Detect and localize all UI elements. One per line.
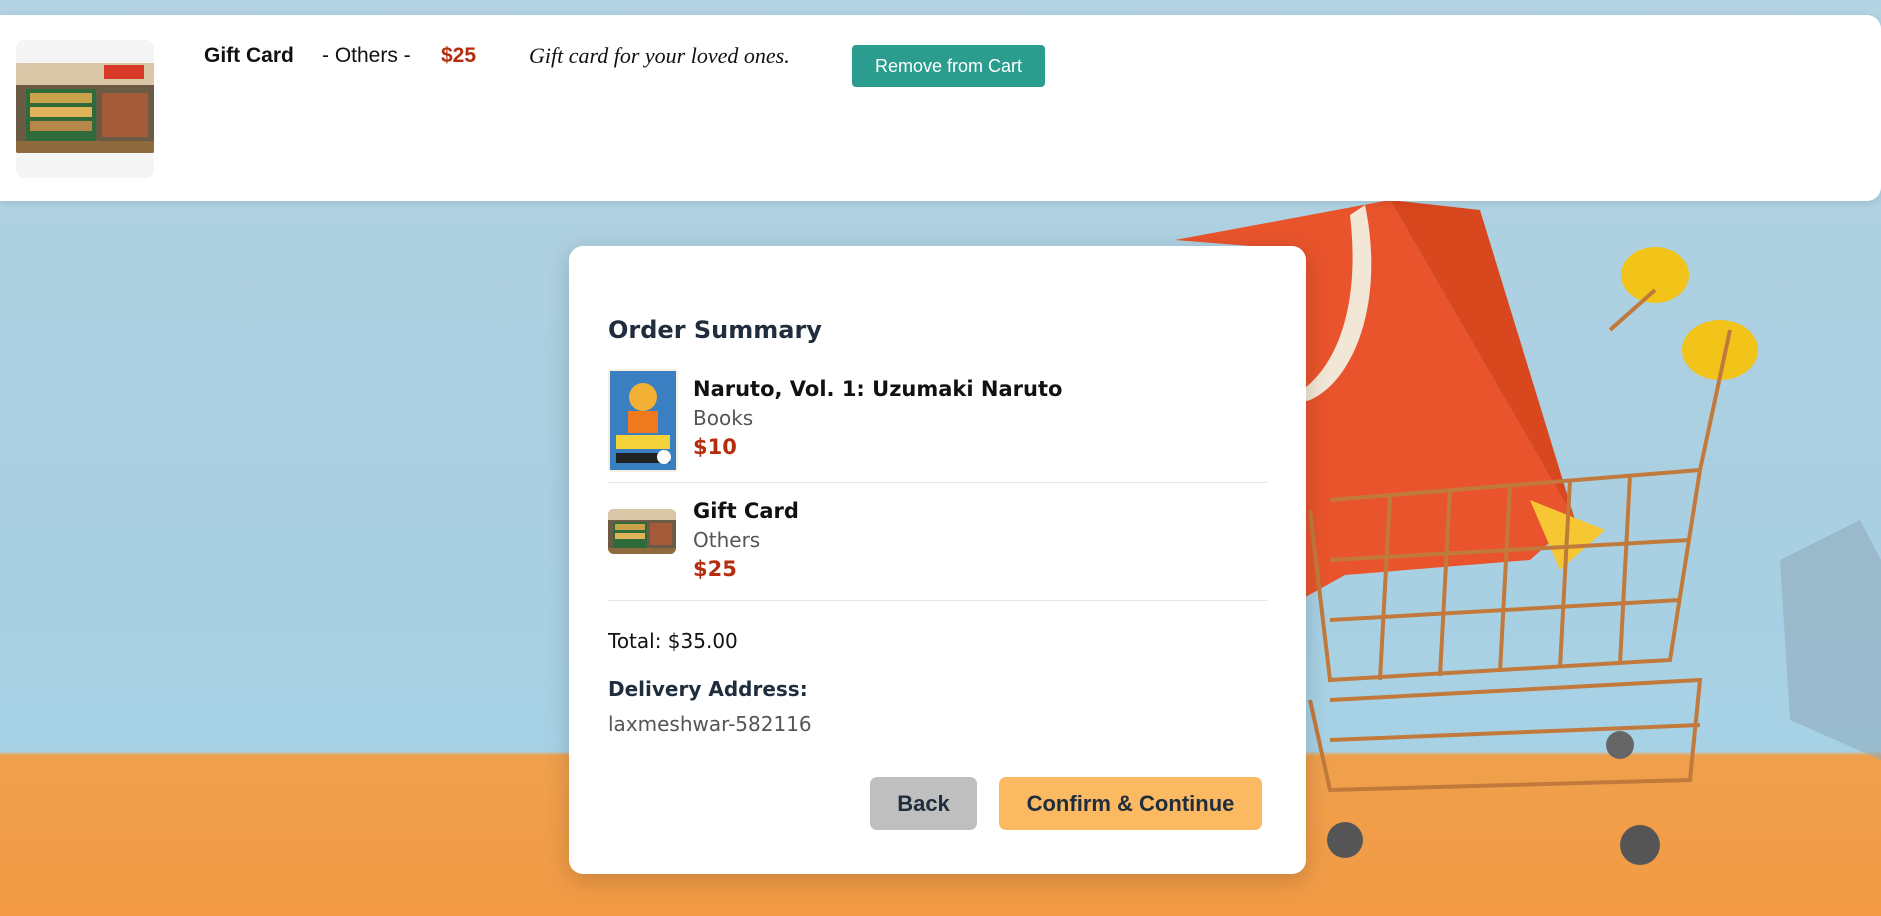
remove-from-cart-button[interactable]: Remove from Cart (852, 45, 1045, 87)
order-item-name: Gift Card (693, 499, 799, 523)
delivery-address-value: laxmeshwar-582116 (608, 712, 812, 736)
order-summary-card: Order Summary Naruto, Vol. 1: Uzumaki Na… (569, 246, 1306, 874)
cart-item-name: Gift Card (204, 44, 294, 67)
back-button[interactable]: Back (870, 777, 977, 830)
cart-item-category: - Others - (322, 44, 411, 67)
order-total: Total: $35.00 (608, 629, 738, 653)
delivery-address-label: Delivery Address: (608, 677, 808, 701)
order-item-name: Naruto, Vol. 1: Uzumaki Naruto (693, 377, 1063, 401)
cart-item-row: Gift Card - Others - $25 Gift card for y… (0, 15, 1881, 201)
cart-item-thumbnail-frame (16, 40, 154, 178)
order-item-category: Books (693, 406, 754, 430)
order-item-image (608, 509, 676, 554)
order-item-price: $10 (693, 435, 737, 459)
order-summary-title: Order Summary (608, 316, 822, 344)
cart-item-description: Gift card for your loved ones. (529, 43, 790, 68)
confirm-continue-button[interactable]: Confirm & Continue (999, 777, 1262, 830)
cart-item-price: $25 (441, 44, 477, 67)
order-item: Naruto, Vol. 1: Uzumaki Naruto Books $10 (608, 369, 1267, 483)
order-item-price: $25 (693, 557, 737, 581)
order-item-category: Others (693, 528, 761, 552)
cart-item-image (16, 63, 154, 153)
order-item: Gift Card Others $25 (608, 492, 1267, 601)
order-item-image (608, 369, 678, 472)
